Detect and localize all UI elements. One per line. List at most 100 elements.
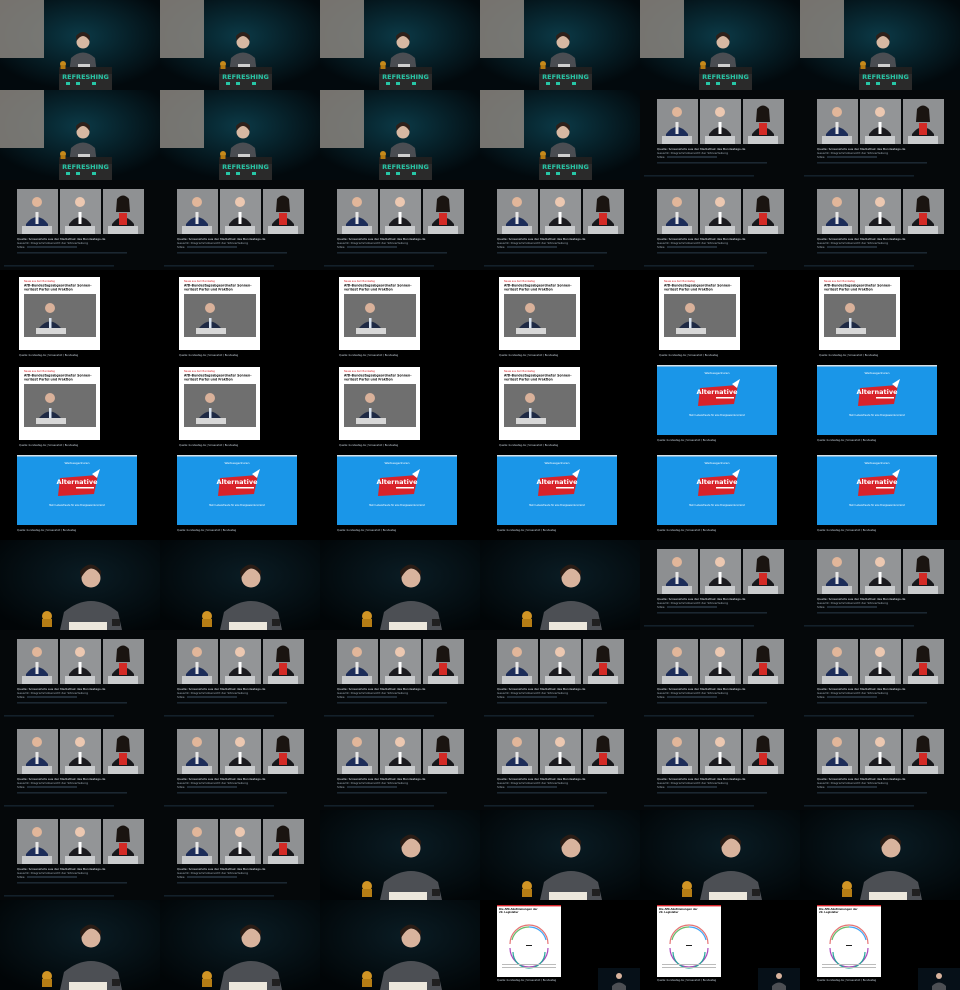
bundestag-panel-thumbnail: Quelle: Screenshots aus der Mediathek de… <box>800 180 960 270</box>
bundestag-panel-thumbnail: Quelle: Screenshots aus der Mediathek de… <box>0 720 160 810</box>
article-caption: Quelle: bundestag.de | Screenshot / Bund… <box>499 443 559 447</box>
news-article-thumbnail: Neues aus dem Bundestag AfD-Bundestagsab… <box>480 360 640 450</box>
afd-advert-thumbnail: Werbeagenturen Alternative Mehr Lebensfr… <box>640 360 800 450</box>
advert-bottom-text: Mehr Lebensfreude für eine Energiewende … <box>369 504 425 507</box>
news-article-thumbnail: Neues aus dem Bundestag AfD-Bundestagsab… <box>0 270 160 360</box>
thumbnail-close <box>320 810 480 900</box>
stage-speaker-thumbnail: REFRESHING <box>160 90 320 180</box>
advert-bottom-text: Mehr Lebensfreude für eine Energiewende … <box>209 504 265 507</box>
thumbnail-panel: Quelle: Screenshots aus der Mediathek de… <box>640 180 800 270</box>
thumbnail-close <box>320 900 480 990</box>
advert-caption: Quelle: bundestag.de | Screenshot / Bund… <box>497 528 557 532</box>
panel-desc-line-3: Sitze: <box>657 605 665 609</box>
article-caption: Quelle: bundestag.de | Screenshot / Bund… <box>179 443 239 447</box>
thumbnail-article: Neues aus dem Bundestag AfD-Bundestagsab… <box>640 270 800 360</box>
advert-logo-text: Alternative <box>697 388 739 396</box>
bundestag-panel-thumbnail: Quelle: Screenshots aus der Mediathek de… <box>800 630 960 720</box>
panel-desc-line-2: Gesamt: Diagrammübersicht der Sitzvertei… <box>177 691 248 695</box>
advert-top-text: Werbeagenturen <box>544 461 569 465</box>
panel-desc-line-3: Sitze: <box>177 785 185 789</box>
stage-speaker-thumbnail: REFRESHING <box>0 90 160 180</box>
thumbnail-close <box>480 540 640 630</box>
thumbnail-blue: Werbeagenturen Alternative Mehr Lebensfr… <box>0 450 160 540</box>
article-headline-2: verlässt Partei und Fraktion <box>344 288 393 292</box>
stage-speaker-thumbnail: REFRESHING <box>480 0 640 90</box>
advert-logo-text: Alternative <box>857 388 899 396</box>
bundestag-panel-thumbnail: Quelle: Screenshots aus der Mediathek de… <box>320 180 480 270</box>
thumbnail-panel: Quelle: Screenshots aus der Mediathek de… <box>160 180 320 270</box>
thumbnail-panel: Quelle: Screenshots aus der Mediathek de… <box>160 810 320 900</box>
advert-bottom-text: Mehr Lebensfreude für eine Energiewende … <box>689 504 745 507</box>
article-headline-2: verlässt Partei und Fraktion <box>664 288 713 292</box>
speaker-closeup-thumbnail <box>480 810 640 900</box>
panel-desc-line-2: Gesamt: Diagrammübersicht der Sitzvertei… <box>497 781 568 785</box>
thumbnail-blue: Werbeagenturen Alternative Mehr Lebensfr… <box>800 360 960 450</box>
news-article-thumbnail: Neues aus dem Bundestag AfD-Bundestagsab… <box>640 270 800 360</box>
thumbnail-blue: Werbeagenturen Alternative Mehr Lebensfr… <box>320 450 480 540</box>
news-article-thumbnail: Neues aus dem Bundestag AfD-Bundestagsab… <box>160 360 320 450</box>
panel-desc-line-2: Gesamt: Diagrammübersicht der Sitzvertei… <box>17 241 88 245</box>
advert-caption: Quelle: bundestag.de | Screenshot / Bund… <box>657 438 717 442</box>
thumbnail-article: Neues aus dem Bundestag AfD-Bundestagsab… <box>160 360 320 450</box>
bundestag-panel-thumbnail: Quelle: Screenshots aus der Mediathek de… <box>160 720 320 810</box>
article-headline-2: verlässt Partei und Fraktion <box>24 288 73 292</box>
advert-logo-text: Alternative <box>537 478 579 486</box>
article-caption: Quelle: bundestag.de | Screenshot / Bund… <box>339 353 399 357</box>
thumbnail-panel: Quelle: Screenshots aus der Mediathek de… <box>320 180 480 270</box>
article-headline-2: verlässt Partei und Fraktion <box>184 288 233 292</box>
thumbnail-stage: REFRESHING <box>0 0 160 90</box>
news-article-thumbnail: Neues aus dem Bundestag AfD-Bundestagsab… <box>800 270 960 360</box>
panel-desc-line-2: Gesamt: Diagrammübersicht der Sitzvertei… <box>337 241 408 245</box>
thumbnail-close <box>480 810 640 900</box>
chart-title-2: 20. Legislatur <box>819 910 839 914</box>
panel-desc-line-2: Gesamt: Diagrammübersicht der Sitzvertei… <box>17 691 88 695</box>
panel-desc-line-3: Sitze: <box>337 785 345 789</box>
chart-caption: Quelle: bundestag.de | Screenshot / Bund… <box>817 978 877 982</box>
thumbnail-panel: Quelle: Screenshots aus der Mediathek de… <box>800 180 960 270</box>
panel-desc-line-2: Gesamt: Diagrammübersicht der Sitzvertei… <box>497 691 568 695</box>
panel-desc-line-2: Gesamt: Diagrammübersicht der Sitzvertei… <box>177 871 248 875</box>
panel-desc-line-3: Sitze: <box>177 875 185 879</box>
panel-desc-line-3: Sitze: <box>817 245 825 249</box>
thumbnail-panel: Quelle: Screenshots aus der Mediathek de… <box>0 180 160 270</box>
stage-speaker-thumbnail: REFRESHING <box>640 0 800 90</box>
article-caption: Quelle: bundestag.de | Screenshot / Bund… <box>339 443 399 447</box>
advert-logo-text: Alternative <box>857 478 899 486</box>
stage-speaker-thumbnail: REFRESHING <box>160 0 320 90</box>
article-caption: Quelle: bundestag.de | Screenshot / Bund… <box>179 353 239 357</box>
stage-banner-text: REFRESHING <box>222 163 269 171</box>
panel-desc-line-3: Sitze: <box>177 245 185 249</box>
advert-top-text: Werbeagenturen <box>864 371 889 375</box>
advert-logo-text: Alternative <box>377 478 419 486</box>
thumbnail-blue: Werbeagenturen Alternative Mehr Lebensfr… <box>160 450 320 540</box>
panel-desc-line-2: Gesamt: Diagrammübersicht der Sitzvertei… <box>17 781 88 785</box>
article-headline-2: verlässt Partei und Fraktion <box>24 378 73 382</box>
panel-desc-line-2: Gesamt: Diagrammübersicht der Sitzvertei… <box>817 151 888 155</box>
advert-logo-text: Alternative <box>57 478 99 486</box>
panel-desc-line-3: Sitze: <box>497 695 505 699</box>
advert-caption: Quelle: bundestag.de | Screenshot / Bund… <box>177 528 237 532</box>
panel-desc-line-3: Sitze: <box>657 785 665 789</box>
panel-desc-line-3: Sitze: <box>817 695 825 699</box>
panel-desc-line-3: Sitze: <box>497 245 505 249</box>
afd-advert-thumbnail: Werbeagenturen Alternative Mehr Lebensfr… <box>480 450 640 540</box>
advert-top-text: Werbeagenturen <box>224 461 249 465</box>
thumbnail-panel: Quelle: Screenshots aus der Mediathek de… <box>640 540 800 630</box>
thumbnail-panel: Quelle: Screenshots aus der Mediathek de… <box>640 90 800 180</box>
panel-desc-line-2: Gesamt: Diagrammübersicht der Sitzvertei… <box>657 151 728 155</box>
thumbnail-blue: Werbeagenturen Alternative Mehr Lebensfr… <box>640 450 800 540</box>
panel-desc-line-2: Gesamt: Diagrammübersicht der Sitzvertei… <box>177 241 248 245</box>
stage-banner-text: REFRESHING <box>862 73 909 81</box>
advert-bottom-text: Mehr Lebensfreude für eine Energiewende … <box>49 504 105 507</box>
panel-desc-line-3: Sitze: <box>657 695 665 699</box>
thumbnail-article: Neues aus dem Bundestag AfD-Bundestagsab… <box>320 270 480 360</box>
speaker-closeup-thumbnail <box>320 810 480 900</box>
thumbnail-stage: REFRESHING <box>320 90 480 180</box>
afd-advert-thumbnail: Werbeagenturen Alternative Mehr Lebensfr… <box>320 450 480 540</box>
thumbnail-panel: Quelle: Screenshots aus der Mediathek de… <box>160 720 320 810</box>
advert-top-text: Werbeagenturen <box>384 461 409 465</box>
bundestag-panel-thumbnail: Quelle: Screenshots aus der Mediathek de… <box>640 90 800 180</box>
thumbnail-stage: REFRESHING <box>640 0 800 90</box>
thumbnail-article: Neues aus dem Bundestag AfD-Bundestagsab… <box>0 270 160 360</box>
thumbnail-chart: Die AfD-Abstimmungen der 20. Legislatur … <box>480 900 640 990</box>
